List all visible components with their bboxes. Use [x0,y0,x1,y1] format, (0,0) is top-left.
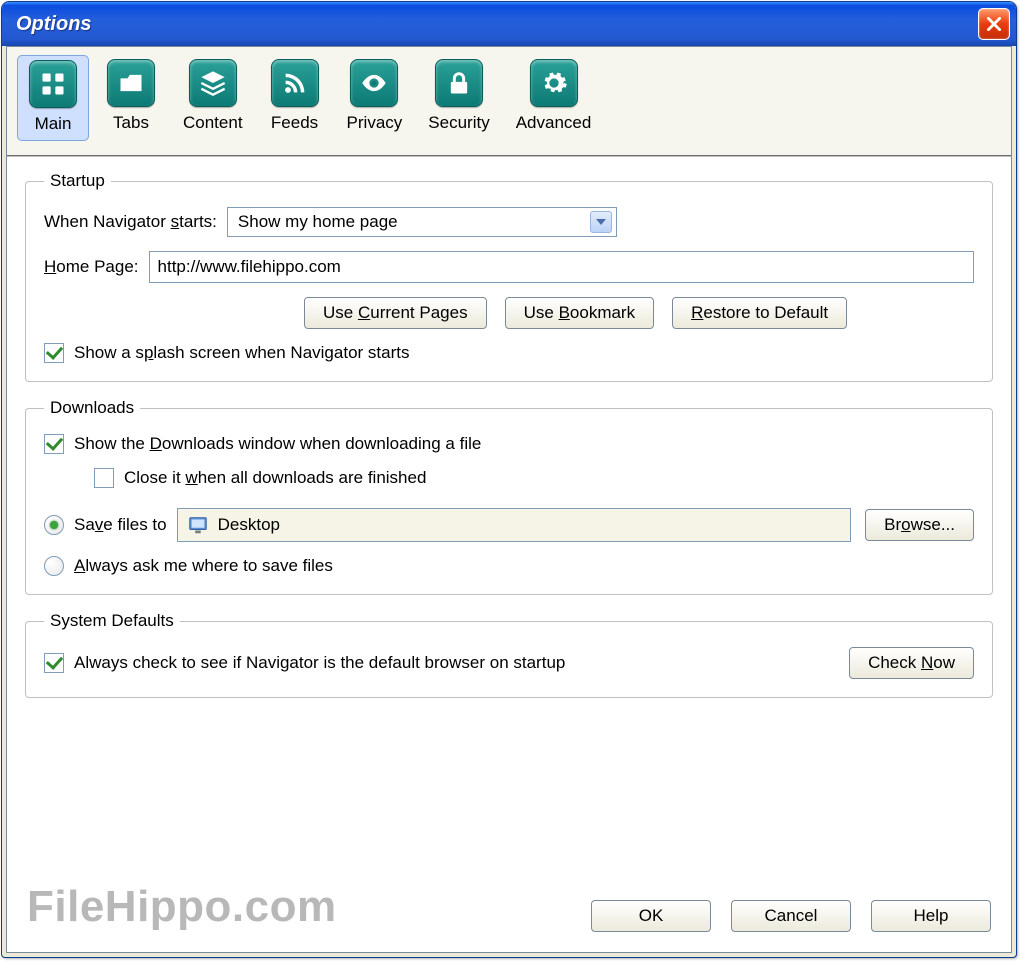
select-value: Show my home page [238,212,398,232]
label-close-downloads: Close it when all downloads are finished [124,468,426,488]
tab-label: Content [183,113,243,133]
label-save-to: Save files to [74,515,167,535]
options-window: Options Main Tabs Content [1,1,1017,958]
btn-check-now[interactable]: Check Now [849,647,974,679]
btn-browse[interactable]: Browse... [865,509,974,541]
tab-label: Tabs [113,113,149,133]
label-when-starts: When Navigator starts: [44,212,217,232]
window-title: Options [16,13,92,36]
check-close-downloads[interactable] [94,468,114,488]
grid-icon [29,60,77,108]
watermark: FileHippo.com [27,882,337,932]
group-startup: Startup When Navigator starts: Show my h… [25,171,993,382]
legend-system-defaults: System Defaults [44,611,180,631]
save-location-value: Desktop [218,515,280,535]
close-button[interactable] [978,8,1010,40]
category-toolbar: Main Tabs Content Feeds [7,47,1011,157]
tab-content[interactable]: Content [173,55,253,139]
btn-restore-default[interactable]: Restore to Default [672,297,847,329]
group-downloads: Downloads Show the Downloads window when… [25,398,993,595]
check-splash[interactable] [44,343,64,363]
lock-icon [435,59,483,107]
client-area: Main Tabs Content Feeds [6,46,1012,953]
field-save-location[interactable]: Desktop [177,508,852,542]
select-when-starts[interactable]: Show my home page [227,207,617,237]
check-show-downloads[interactable] [44,434,64,454]
tab-security[interactable]: Security [418,55,499,139]
check-default-browser[interactable] [44,653,64,673]
label-default-browser: Always check to see if Navigator is the … [74,653,565,673]
title-bar: Options [2,2,1016,46]
tab-label: Advanced [516,113,592,133]
radio-always-ask[interactable] [44,556,64,576]
chevron-down-icon [590,211,612,233]
legend-downloads: Downloads [44,398,140,418]
tab-main[interactable]: Main [17,55,89,141]
dialog-footer: FileHippo.com OK Cancel Help [7,872,1011,952]
tab-tabs[interactable]: Tabs [95,55,167,139]
btn-cancel[interactable]: Cancel [731,900,851,932]
tab-privacy[interactable]: Privacy [337,55,413,139]
btn-use-current-pages[interactable]: Use Current Pages [304,297,487,329]
btn-ok[interactable]: OK [591,900,711,932]
tab-label: Privacy [347,113,403,133]
tab-label: Feeds [271,113,318,133]
label-show-downloads: Show the Downloads window when downloadi… [74,434,481,454]
tabs-icon [107,59,155,107]
btn-use-bookmark[interactable]: Use Bookmark [505,297,655,329]
eye-icon [350,59,398,107]
desktop-icon [186,513,210,537]
btn-help[interactable]: Help [871,900,991,932]
tab-label: Security [428,113,489,133]
label-always-ask: Always ask me where to save files [74,556,333,576]
tab-advanced[interactable]: Advanced [506,55,602,139]
input-home-page[interactable] [149,251,974,283]
panel-main: Startup When Navigator starts: Show my h… [7,157,1011,952]
gear-icon [530,59,578,107]
rss-icon [271,59,319,107]
tab-feeds[interactable]: Feeds [259,55,331,139]
radio-save-to[interactable] [44,515,64,535]
legend-startup: Startup [44,171,111,191]
stack-icon [189,59,237,107]
tab-label: Main [35,114,72,134]
label-splash: Show a splash screen when Navigator star… [74,343,409,363]
group-system-defaults: System Defaults Always check to see if N… [25,611,993,698]
label-home-page: Home Page: [44,257,139,277]
